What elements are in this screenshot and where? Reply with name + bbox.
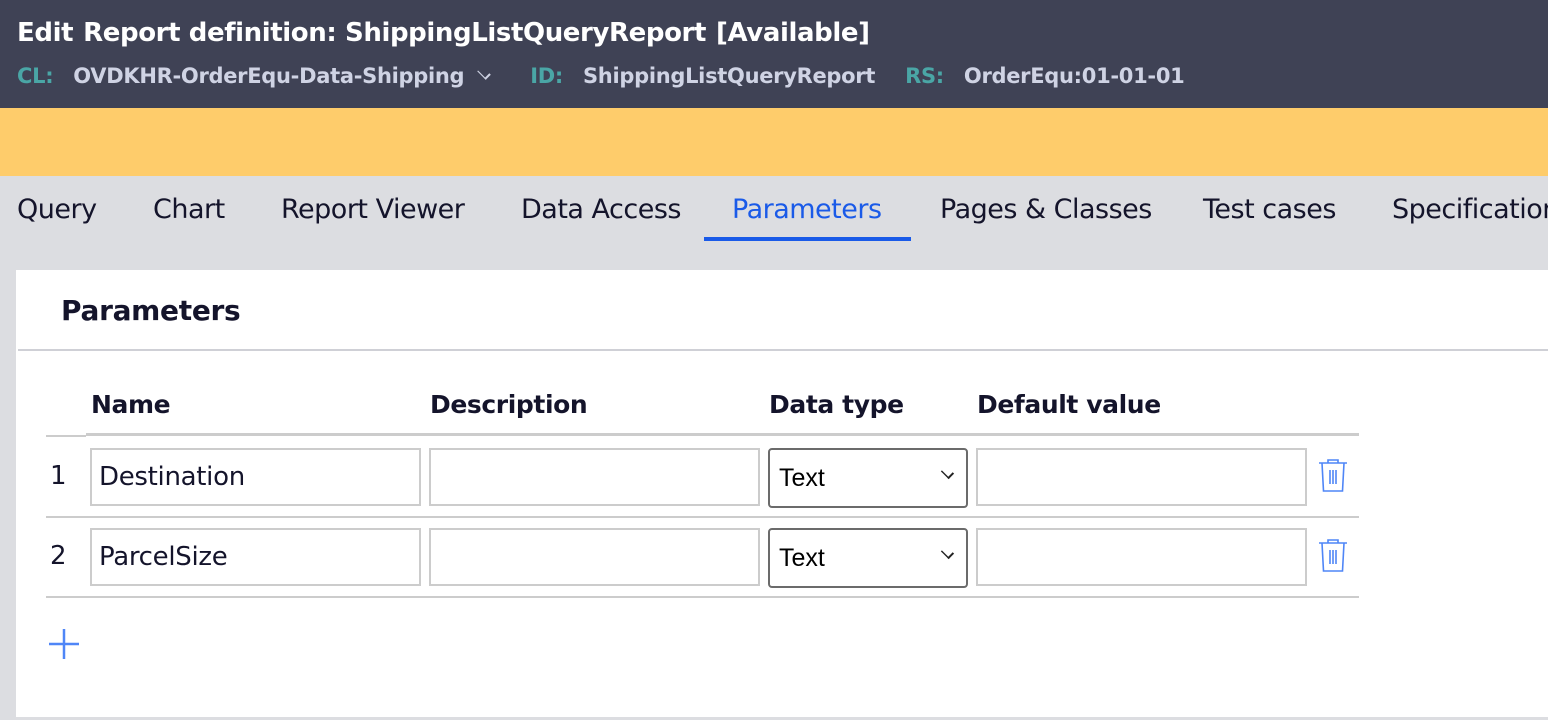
name-input[interactable]: Destination	[90, 448, 421, 506]
divider	[18, 349, 1548, 351]
name-input[interactable]: ParcelSize	[90, 528, 421, 586]
status-badge: [Available]	[716, 18, 870, 48]
default-value-input[interactable]	[976, 448, 1307, 506]
tab-query[interactable]: Query	[17, 194, 97, 225]
rule-meta: CL: OVDKHR-OrderEqu-Data-Shipping ID: Sh…	[17, 64, 1185, 88]
rule-header: Edit Report definition: ShippingListQuery…	[0, 0, 1548, 108]
trash-icon[interactable]	[1318, 538, 1348, 574]
title-text: Report definition: ShippingListQueryRepo…	[83, 18, 706, 48]
title-action: Edit	[17, 18, 74, 48]
data-type-value: Text	[779, 544, 825, 572]
divider	[46, 596, 1359, 598]
description-input[interactable]	[429, 448, 760, 506]
divider	[86, 433, 1359, 436]
data-type-value: Text	[779, 464, 825, 492]
tab-chart[interactable]: Chart	[153, 194, 225, 225]
column-header-name: Name	[91, 390, 171, 419]
id-label: ID:	[530, 64, 563, 88]
tab-bar: Query Chart Report Viewer Data Access Pa…	[0, 176, 1548, 246]
row-index: 1	[50, 461, 67, 491]
ruleset-value: OrderEqu:01-01-01	[963, 64, 1185, 88]
tab-data-access[interactable]: Data Access	[521, 194, 681, 225]
tab-test-cases[interactable]: Test cases	[1203, 194, 1336, 225]
row-index: 2	[50, 541, 67, 571]
chevron-down-icon[interactable]	[477, 66, 492, 80]
chevron-down-icon	[940, 545, 955, 560]
column-header-default-value: Default value	[977, 390, 1161, 419]
notification-banner	[0, 108, 1548, 176]
column-header-description: Description	[430, 390, 588, 419]
id-value: ShippingListQueryReport	[582, 64, 876, 88]
data-type-select[interactable]: Text	[768, 448, 968, 508]
column-header-data-type: Data type	[769, 390, 904, 419]
description-input[interactable]	[429, 528, 760, 586]
data-type-select[interactable]: Text	[768, 528, 968, 588]
panel-title: Parameters	[61, 294, 241, 327]
tab-parameters[interactable]: Parameters	[732, 194, 882, 225]
tab-report-viewer[interactable]: Report Viewer	[281, 194, 465, 225]
tab-specifications[interactable]: Specifications	[1392, 194, 1548, 225]
divider	[46, 435, 86, 437]
active-tab-indicator	[704, 237, 911, 241]
ruleset-label: RS:	[905, 64, 944, 88]
class-label: CL:	[17, 64, 54, 88]
trash-icon[interactable]	[1318, 458, 1348, 494]
divider	[46, 516, 1359, 518]
chevron-down-icon	[940, 465, 955, 480]
plus-icon[interactable]	[48, 628, 80, 660]
parameters-panel: Parameters Name Description Data type De…	[16, 270, 1548, 717]
page-title: Edit Report definition: ShippingListQuery…	[17, 18, 880, 48]
tab-pages-classes[interactable]: Pages & Classes	[940, 194, 1152, 225]
default-value-input[interactable]	[976, 528, 1307, 586]
class-value[interactable]: OVDKHR-OrderEqu-Data-Shipping	[73, 64, 464, 88]
